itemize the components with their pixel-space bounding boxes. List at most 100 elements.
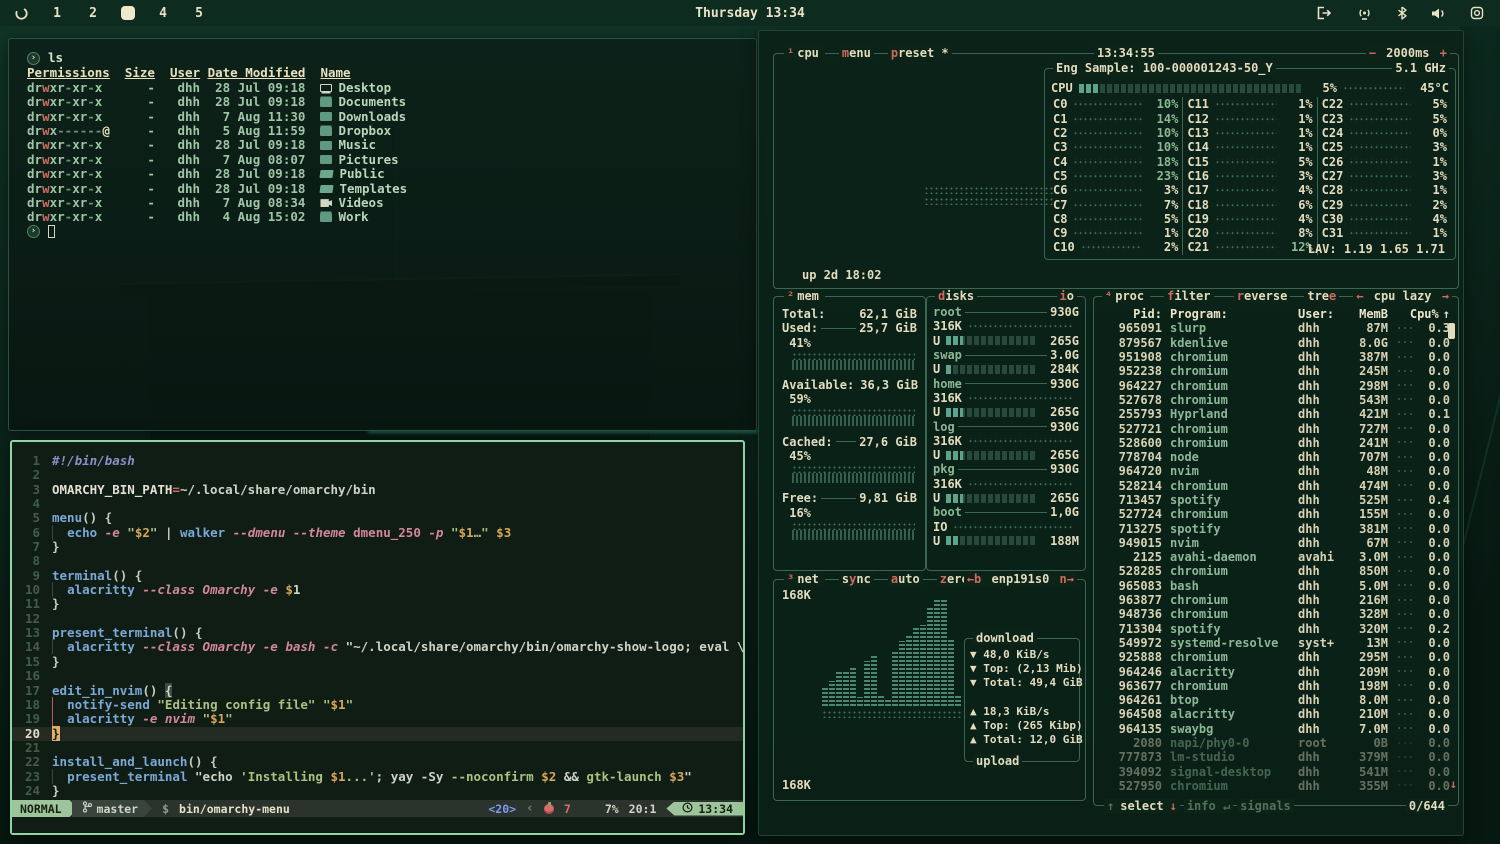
perm-char: x (72, 94, 80, 109)
ls-permissions: drwxr-xr-x (27, 167, 125, 181)
net-sync-button[interactable]: sync (839, 572, 874, 586)
process-row[interactable]: 964246alacrittydhh209M0.0 (1094, 664, 1458, 678)
process-row[interactable]: 964227chromiumdhh298M0.0 (1094, 378, 1458, 392)
process-row[interactable]: 948736chromiumdhh328M0.0 (1094, 607, 1458, 621)
process-row[interactable]: 964135swaybgdhh7.0M0.0 (1094, 722, 1458, 736)
process-row[interactable]: 527678chromiumdhh543M0.0 (1094, 393, 1458, 407)
process-row[interactable]: 528214chromiumdhh474M0.0 (1094, 479, 1458, 493)
process-row[interactable]: 527950chromiumdhh355M0.0 (1094, 779, 1458, 793)
proc-header-pid[interactable]: Pid: (1100, 307, 1162, 321)
cpu-panel-title[interactable]: ¹cpu (784, 46, 825, 60)
process-row[interactable]: 964261btopdhh8.0M0.0 (1094, 693, 1458, 707)
proc-scrollbar-thumb[interactable] (1448, 323, 1455, 339)
core-usage-graph (1073, 202, 1142, 208)
shell-prompt-empty[interactable]: › (27, 225, 738, 239)
process-row[interactable]: 964508alacrittydhh210M0.0 (1094, 707, 1458, 721)
process-row[interactable]: 713304spotifydhh320M0.2 (1094, 622, 1458, 636)
cpu-core-row: C114% (1053, 112, 1178, 126)
code-buffer[interactable]: 1#!/bin/bash23OMARCHY_BIN_PATH=~/.local/… (12, 442, 743, 798)
download-folder-icon (320, 112, 332, 121)
proc-scroll-down-icon[interactable]: ↓ (1450, 777, 1457, 791)
process-panel[interactable]: ⁴proc filter reverse tree ← cpu lazy → P… (1093, 296, 1459, 806)
core-percent: 3% (1417, 169, 1447, 183)
network-panel[interactable]: ³net sync auto zero ←b enp191s0 n→ 168K … (773, 579, 1086, 801)
disk-used-value: 265G (1043, 334, 1079, 348)
proc-tree-button[interactable]: tree (1304, 289, 1339, 303)
process-row[interactable]: 2125avahi-daemonavahi3.0M0.0 (1094, 550, 1458, 564)
process-row[interactable]: 713457spotifydhh525M0.4 (1094, 493, 1458, 507)
process-row[interactable]: 2080napi/phy0-0root0B0.0 (1094, 736, 1458, 750)
perm-char: x (50, 152, 58, 167)
code-token: -p (428, 525, 443, 540)
mem-panel-title[interactable]: ²mem (784, 289, 825, 303)
disks-panel[interactable]: disks io root930G316KU265Gswap3.0GU284Kh… (926, 296, 1086, 571)
proc-header-cpu[interactable]: Cpu% (1409, 307, 1439, 321)
perm-char: x (50, 137, 58, 152)
net-panel-title[interactable]: ³net (784, 572, 825, 586)
process-cpu-graph (1396, 526, 1412, 531)
cpu-core-row: C155% (1187, 154, 1312, 168)
info-button[interactable]: info ↵ (1184, 799, 1233, 813)
process-row[interactable]: 925888chromiumdhh295M0.0 (1094, 650, 1458, 664)
proc-header-mem[interactable]: MemB (1344, 307, 1388, 321)
signals-button[interactable]: signals (1237, 799, 1294, 813)
process-row[interactable]: 951908chromiumdhh387M0.0 (1094, 350, 1458, 364)
nvim-cmdline[interactable] (12, 817, 743, 833)
process-row[interactable]: 952238chromiumdhh245M0.0 (1094, 364, 1458, 378)
process-mem: 216M (1344, 593, 1388, 607)
clock-icon (682, 802, 693, 816)
process-row[interactable]: 549972systemd-resolvesyst+13M0.0 (1094, 636, 1458, 650)
disks-panel-title[interactable]: disks (935, 289, 977, 303)
process-row[interactable]: 879567kdenlivedhh8.0G0.0 (1094, 336, 1458, 350)
net-interface[interactable]: ←b enp191s0 n→ (964, 572, 1077, 586)
process-row[interactable]: 965091slurpdhh87M0.3 (1094, 321, 1458, 335)
process-row[interactable]: 527724chromiumdhh155M0.0 (1094, 507, 1458, 521)
process-row[interactable]: 777873lm-studiodhh379M0.0 (1094, 750, 1458, 764)
net-auto-button[interactable]: auto (888, 572, 923, 586)
proc-panel-title[interactable]: ⁴proc (1102, 289, 1150, 303)
line-number: 5 (12, 511, 52, 525)
process-name: chromium (1170, 593, 1298, 607)
process-row[interactable]: 778704nodedhh707M0.0 (1094, 450, 1458, 464)
process-row[interactable]: 949015nvimdhh67M0.0 (1094, 536, 1458, 550)
memory-panel[interactable]: ²mem Total:62,1 GiBUsed:25,7 GiB 41%Avai… (773, 296, 926, 571)
proc-header-user[interactable]: User: (1298, 307, 1344, 321)
process-pid: 879567 (1100, 336, 1162, 350)
process-row[interactable]: 528600chromiumdhh241M0.0 (1094, 436, 1458, 450)
process-row[interactable]: 713275spotifydhh381M0.0 (1094, 521, 1458, 535)
process-row[interactable]: 527721chromiumdhh727M0.0 (1094, 421, 1458, 435)
music-folder-icon (320, 141, 332, 150)
terminal-output[interactable]: ›lsPermissionsSizeUserDate ModifiedNamed… (9, 39, 756, 252)
mem-section-label: Cached:27,6 GiB (782, 434, 917, 448)
process-row[interactable]: 964720nvimdhh48M0.0 (1094, 464, 1458, 478)
process-row[interactable]: 394092signal-desktopdhh541M0.0 (1094, 765, 1458, 779)
process-user: dhh (1298, 765, 1344, 779)
code-token: } (52, 783, 60, 798)
perm-char: r (57, 94, 65, 109)
process-row[interactable]: 255793Hyprlanddhh421M0.1 (1094, 407, 1458, 421)
process-row[interactable]: 965083bashdhh5.0M0.0 (1094, 579, 1458, 593)
menu-button[interactable]: menu (839, 46, 874, 60)
proc-filter-button[interactable]: filter (1164, 289, 1213, 303)
select-down-arrow[interactable]: ↓ (1170, 799, 1177, 813)
process-row[interactable]: 963677chromiumdhh198M0.0 (1094, 679, 1458, 693)
disk-used-row: U284K (933, 362, 1079, 376)
select-up-arrow[interactable]: ↑ (1107, 799, 1114, 813)
disks-io-toggle[interactable]: io (1057, 289, 1077, 303)
process-row[interactable]: 528285chromiumdhh850M0.0 (1094, 564, 1458, 578)
disk-name-row: home930G (933, 376, 1079, 390)
perm-char: - (87, 181, 95, 196)
cpu-core-row: C310% (1053, 140, 1178, 154)
core-percent: 3% (1148, 183, 1178, 197)
cpu-panel[interactable]: ¹cpu menu preset * 13:34:55 − 2000ms + u… (773, 53, 1459, 289)
preset-button[interactable]: preset * (888, 46, 952, 60)
process-row[interactable]: 963877chromiumdhh216M0.0 (1094, 593, 1458, 607)
proc-header-program[interactable]: Program: (1170, 307, 1298, 321)
disk-used-meter (946, 336, 1037, 345)
proc-sort-selector[interactable]: ← cpu lazy → (1353, 289, 1452, 303)
proc-reverse-button[interactable]: reverse (1234, 289, 1291, 303)
code-line: 14▏ alacritty --class Omarchy -e bash -c… (12, 640, 743, 654)
code-token: $1 (210, 711, 225, 726)
process-cpu-graph (1396, 512, 1412, 517)
perm-char: - (87, 195, 95, 210)
